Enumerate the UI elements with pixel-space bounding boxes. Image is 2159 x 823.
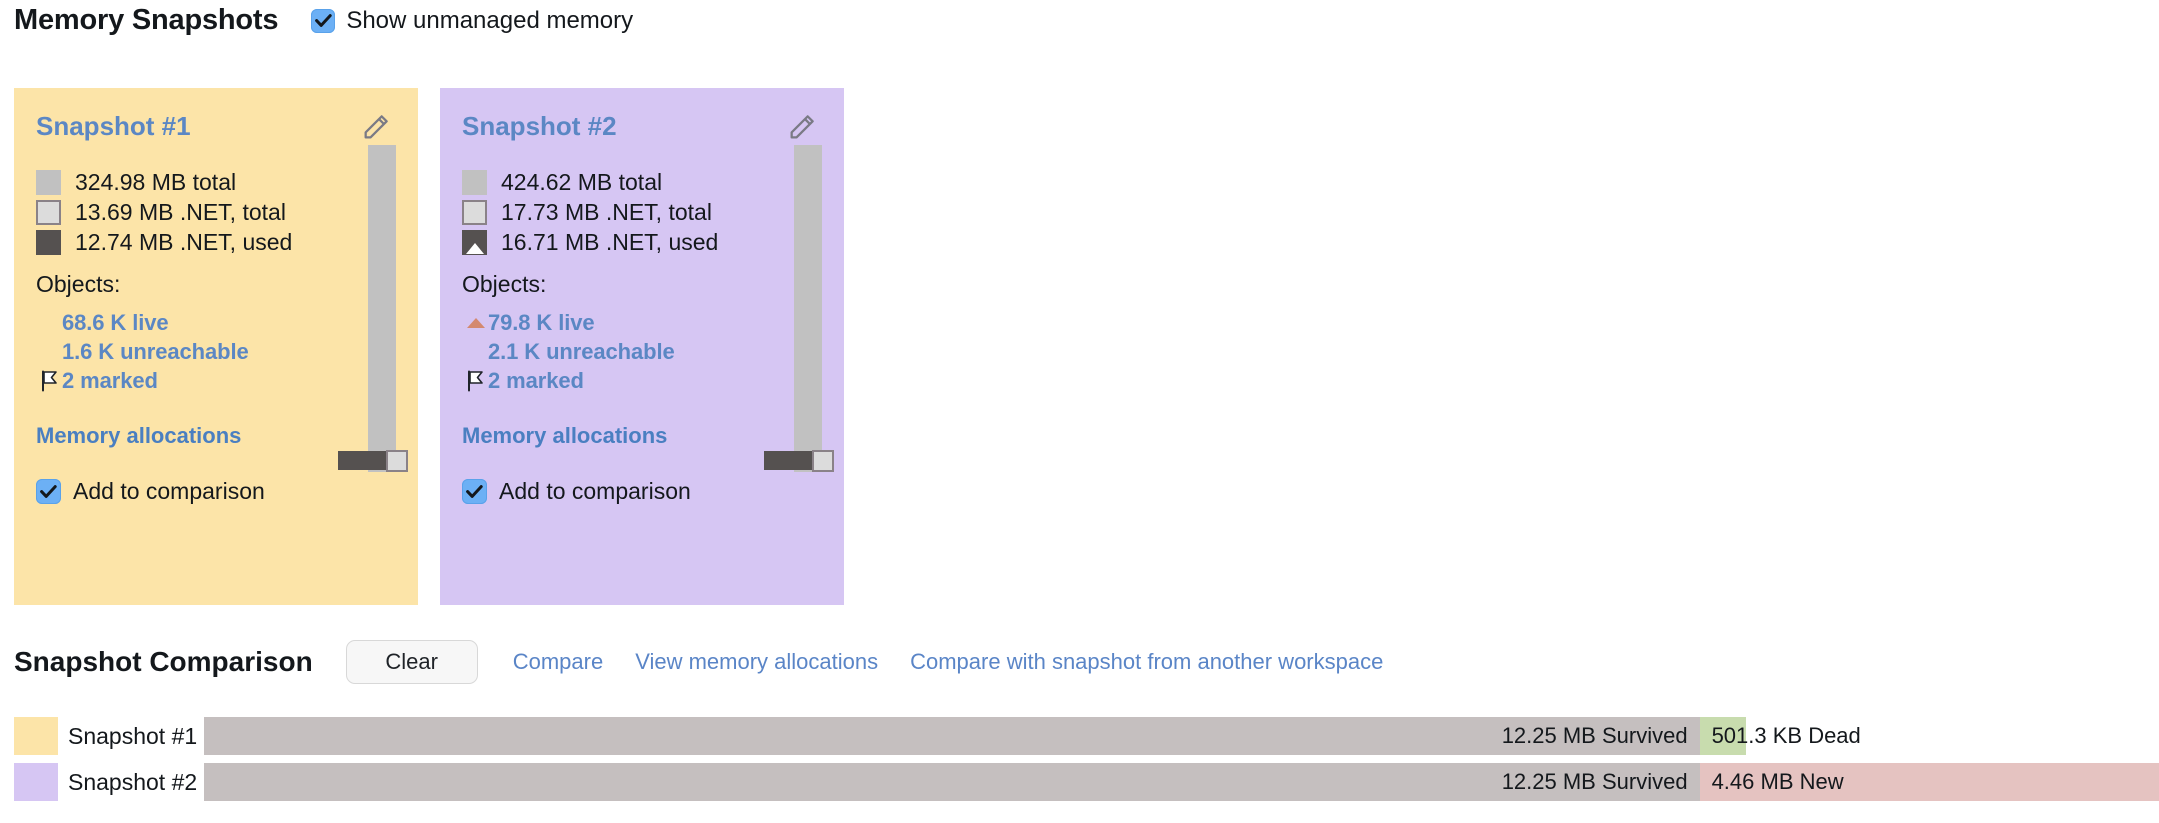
snapshot-card-header: Snapshot #1 [36, 113, 398, 153]
objects-unreachable-label: 2.1 K unreachable [488, 338, 675, 364]
add-to-comparison-label: Add to comparison [499, 478, 691, 504]
add-to-comparison-checkbox[interactable] [462, 479, 487, 504]
survived-segment: 12.25 MB Survived [204, 717, 1700, 755]
objects-row-live[interactable]: 68.6 K live [36, 308, 398, 337]
add-to-comparison-checkbox[interactable] [36, 479, 61, 504]
objects-label: Objects: [462, 271, 547, 297]
show-unmanaged-memory-toggle[interactable]: Show unmanaged memory [311, 7, 633, 35]
comparison-bar: 12.25 MB Survived 4.46 MB New [204, 763, 2159, 801]
add-to-comparison-toggle[interactable]: Add to comparison [462, 478, 824, 505]
objects-list: 79.8 K live 2.1 K unreachable 2 marked [462, 308, 824, 395]
objects-row-unreachable[interactable]: 2.1 K unreachable [462, 337, 824, 366]
compare-with-another-workspace-link[interactable]: Compare with snapshot from another works… [910, 649, 1383, 675]
dead-label: 501.3 KB Dead [1711, 723, 1861, 748]
net-used-swatch [36, 229, 61, 255]
comparison-row[interactable]: Snapshot #2 12.25 MB Survived 4.46 MB Ne… [14, 763, 2159, 801]
survived-label: 12.25 MB Survived [1501, 769, 1688, 794]
gauge-net-used-bar [764, 451, 816, 470]
legend-row: 17.73 MB .NET, total [462, 197, 824, 227]
objects-unreachable-label: 1.6 K unreachable [62, 338, 249, 364]
objects-row-unreachable[interactable]: 1.6 K unreachable [36, 337, 398, 366]
gauge-net-total-box [386, 450, 408, 472]
new-segment: 4.46 MB New [1699, 763, 2159, 801]
objects-marked-label: 2 marked [488, 367, 584, 393]
gauge-net-total-box [812, 450, 834, 472]
up-triangle-icon [467, 317, 485, 328]
legend-label: 16.71 MB .NET, used [501, 228, 719, 255]
comparison-row-swatch [14, 717, 58, 755]
snapshot-legend: 424.62 MB total 17.73 MB .NET, total 16.… [462, 167, 824, 257]
objects-live-label: 79.8 K live [488, 309, 595, 335]
total-swatch [462, 169, 487, 195]
legend-label: 13.69 MB .NET, total [75, 198, 286, 225]
gauge-total-bar [794, 145, 822, 472]
comparison-links: Compare View memory allocations Compare … [513, 649, 1384, 675]
snapshot-card: Snapshot #1 324.98 MB total 13.69 MB .NE… [14, 88, 418, 605]
add-to-comparison-toggle[interactable]: Add to comparison [36, 478, 398, 505]
show-unmanaged-memory-checkbox[interactable] [311, 8, 336, 33]
total-swatch [36, 169, 61, 195]
new-label: 4.46 MB New [1711, 769, 1844, 794]
legend-label: 12.74 MB .NET, used [75, 228, 293, 255]
memory-gauge [338, 145, 408, 472]
net-used-swatch [462, 229, 487, 255]
objects-row-live[interactable]: 79.8 K live [462, 308, 824, 337]
memory-allocations-link[interactable]: Memory allocations [36, 423, 398, 449]
objects-live-label: 68.6 K live [62, 309, 169, 335]
legend-row: 16.71 MB .NET, used [462, 227, 824, 257]
marker-slot [464, 317, 488, 328]
increase-triangle-icon [465, 242, 484, 254]
gauge-net-used-bar [338, 451, 390, 470]
snapshot-card-header: Snapshot #2 [462, 113, 824, 153]
memory-snapshots-page: Memory Snapshots Show unmanaged memory S… [0, 0, 2159, 823]
legend-label: 424.62 MB total [501, 168, 663, 195]
objects-label: Objects: [36, 271, 121, 297]
flag-icon [468, 370, 483, 391]
memory-allocations-link[interactable]: Memory allocations [462, 423, 824, 449]
compare-link[interactable]: Compare [513, 649, 603, 675]
dead-segment: 501.3 KB Dead [1699, 717, 1861, 755]
snapshot-card: Snapshot #2 424.62 MB total 17.73 MB .NE… [440, 88, 844, 605]
snapshot-legend: 324.98 MB total 13.69 MB .NET, total 12.… [36, 167, 398, 257]
net-total-swatch [36, 199, 61, 225]
view-memory-allocations-link[interactable]: View memory allocations [635, 649, 878, 675]
gauge-total-bar [368, 145, 396, 472]
legend-row: 424.62 MB total [462, 167, 824, 197]
snapshot-card-list: Snapshot #1 324.98 MB total 13.69 MB .NE… [14, 88, 844, 605]
comparison-row-swatch [14, 763, 58, 801]
show-unmanaged-memory-label: Show unmanaged memory [346, 6, 634, 34]
marker-slot [464, 370, 488, 392]
pencil-icon[interactable] [360, 109, 394, 143]
comparison-bar: 12.25 MB Survived 501.3 KB Dead [204, 717, 2159, 755]
pencil-icon[interactable] [786, 109, 820, 143]
page-title: Memory Snapshots [14, 4, 279, 36]
snapshot-title: Snapshot #2 [462, 111, 617, 141]
marker-slot [38, 370, 62, 392]
objects-list: 68.6 K live 1.6 K unreachable 2 marked [36, 308, 398, 395]
legend-row: 13.69 MB .NET, total [36, 197, 398, 227]
legend-label: 324.98 MB total [75, 168, 237, 195]
net-total-swatch [462, 199, 487, 225]
flag-icon [42, 370, 57, 391]
objects-row-marked[interactable]: 2 marked [462, 366, 824, 395]
comparison-row-name: Snapshot #2 [68, 768, 198, 795]
legend-row: 12.74 MB .NET, used [36, 227, 398, 257]
legend-label: 17.73 MB .NET, total [501, 198, 712, 225]
snapshot-comparison-title: Snapshot Comparison [14, 646, 313, 677]
snapshot-comparison-header: Snapshot Comparison Clear Compare View m… [14, 640, 1383, 684]
survived-label: 12.25 MB Survived [1501, 723, 1688, 748]
comparison-row-name: Snapshot #1 [68, 722, 198, 749]
comparison-row[interactable]: Snapshot #1 12.25 MB Survived 501.3 KB D… [14, 717, 2159, 755]
legend-row: 324.98 MB total [36, 167, 398, 197]
survived-segment: 12.25 MB Survived [204, 763, 1700, 801]
objects-row-marked[interactable]: 2 marked [36, 366, 398, 395]
memory-gauge [764, 145, 834, 472]
clear-button[interactable]: Clear [345, 640, 478, 684]
objects-marked-label: 2 marked [62, 367, 158, 393]
snapshot-title: Snapshot #1 [36, 111, 191, 141]
add-to-comparison-label: Add to comparison [73, 478, 265, 504]
page-header: Memory Snapshots Show unmanaged memory [14, 4, 633, 37]
comparison-bar-list: Snapshot #1 12.25 MB Survived 501.3 KB D… [14, 717, 2159, 809]
